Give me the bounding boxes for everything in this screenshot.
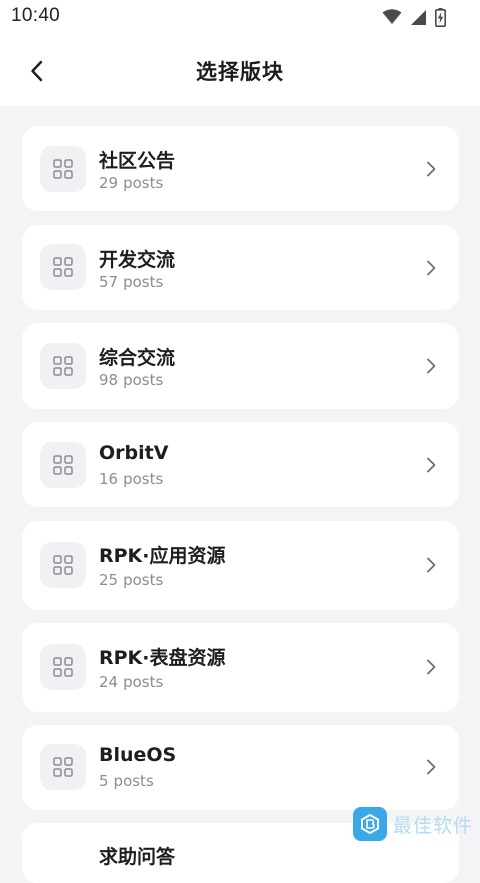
status-time: 10:40 (11, 5, 61, 26)
board-icon-tile (40, 442, 86, 488)
watermark-logo-glyph (361, 813, 379, 835)
status-icons (382, 7, 446, 27)
grid-icon (53, 555, 73, 575)
board-row[interactable]: BlueOS 5 posts (22, 725, 459, 810)
board-name: OrbitV (99, 442, 169, 464)
chevron-right-icon (427, 358, 436, 374)
board-post-count-value: 57 (99, 273, 119, 291)
board-post-count: 25 posts (99, 571, 163, 589)
board-post-count: 98 posts (99, 371, 163, 389)
board-post-count-value: 29 (99, 174, 119, 192)
grid-icon (53, 257, 73, 277)
grid-icon (53, 757, 73, 777)
board-icon-tile (40, 244, 86, 290)
board-name: RPK·应用资源 (99, 545, 226, 567)
chevron-right-icon (427, 557, 436, 573)
grid-icon (53, 159, 73, 179)
board-post-count: 24 posts (99, 673, 163, 691)
watermark: 最佳软件 (353, 806, 480, 842)
board-name: 求助问答 (99, 846, 176, 868)
board-post-count-value: 98 (99, 371, 119, 389)
board-post-count-value: 16 (99, 470, 119, 488)
board-post-count-unit: posts (123, 673, 164, 691)
signal-icon (411, 9, 426, 25)
board-name: 开发交流 (99, 249, 176, 271)
chevron-right-icon (427, 260, 436, 276)
watermark-text: 最佳软件 (393, 814, 474, 837)
board-post-count-value: 25 (99, 571, 119, 589)
watermark-logo-icon (353, 807, 387, 841)
board-post-count-unit: posts (113, 772, 154, 790)
page-title: 选择版块 (196, 60, 284, 84)
board-icon-tile (40, 644, 86, 690)
board-post-count-unit: posts (123, 174, 164, 192)
chevron-right-icon (427, 457, 436, 473)
battery-charging-icon (435, 7, 446, 27)
board-post-count-unit: posts (123, 470, 164, 488)
chevron-right-icon (427, 759, 436, 775)
status-bar: 10:40 (0, 0, 480, 34)
grid-icon (53, 356, 73, 376)
app-bar: 选择版块 (0, 34, 480, 106)
board-row[interactable]: 社区公告 29 posts (22, 126, 459, 211)
board-icon-tile (40, 744, 86, 790)
grid-icon (53, 657, 73, 677)
board-icon-tile (40, 146, 86, 192)
board-post-count: 16 posts (99, 470, 163, 488)
board-post-count-unit: posts (123, 371, 164, 389)
chevron-right-icon (427, 161, 436, 177)
board-post-count-value: 5 (99, 772, 109, 790)
board-post-count-unit: posts (123, 571, 164, 589)
board-row[interactable]: 综合交流 98 posts (22, 323, 459, 409)
board-name: 社区公告 (99, 150, 176, 172)
board-post-count: 29 posts (99, 174, 163, 192)
board-row[interactable]: 开发交流 57 posts (22, 225, 459, 310)
board-name: BlueOS (99, 744, 177, 766)
board-row[interactable]: RPK·表盘资源 24 posts (22, 623, 459, 712)
board-row[interactable]: OrbitV 16 posts (22, 422, 459, 507)
board-icon-tile (40, 542, 86, 588)
board-post-count-unit: posts (123, 273, 164, 291)
board-post-count: 5 posts (99, 772, 154, 790)
grid-icon (53, 455, 73, 475)
board-row[interactable]: RPK·应用资源 25 posts (22, 521, 459, 610)
board-icon-tile (40, 343, 86, 389)
board-post-count-value: 24 (99, 673, 119, 691)
wifi-icon (382, 9, 402, 24)
board-post-count: 57 posts (99, 273, 163, 291)
board-name: 综合交流 (99, 347, 176, 369)
board-name: RPK·表盘资源 (99, 647, 226, 669)
chevron-right-icon (427, 659, 436, 675)
